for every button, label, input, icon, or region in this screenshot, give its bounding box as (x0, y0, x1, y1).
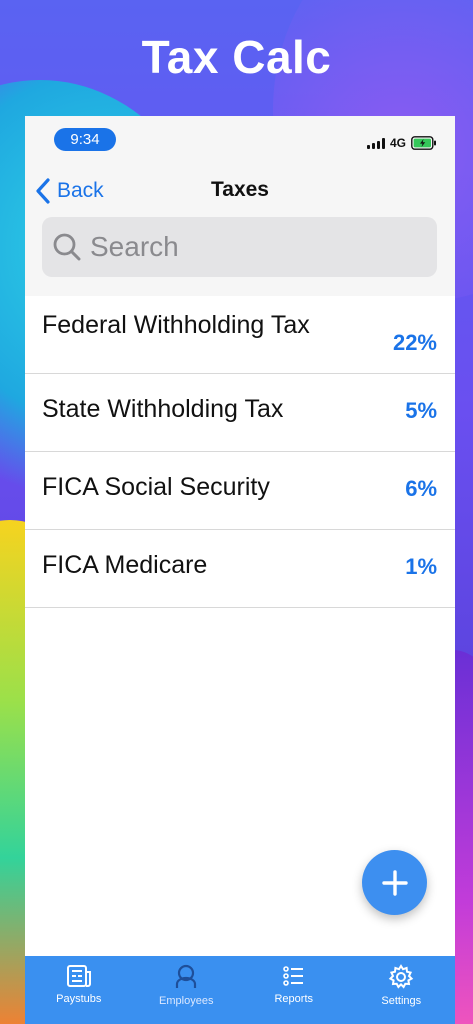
add-tax-button[interactable] (362, 850, 427, 915)
tax-name: FICA Medicare (42, 551, 208, 579)
tax-name: State Withholding Tax (42, 395, 284, 423)
search-icon (53, 233, 81, 261)
tab-label: Reports (274, 993, 314, 1005)
tax-row-federal[interactable]: Federal Withholding Tax 22% (25, 296, 455, 374)
tax-list: Federal Withholding Tax 22% State Withho… (25, 296, 455, 608)
header-area: 9:34 4G Back Taxes (25, 116, 455, 297)
tax-row-social-security[interactable]: FICA Social Security 6% (25, 452, 455, 530)
search-bar[interactable] (42, 217, 437, 277)
page-title: Taxes (211, 178, 269, 201)
tax-row-state[interactable]: State Withholding Tax 5% (25, 374, 455, 452)
person-icon (176, 964, 197, 988)
tax-rate: 5% (405, 398, 437, 423)
tab-label: Settings (381, 995, 422, 1007)
tab-employees[interactable]: Employees (133, 956, 241, 1024)
gear-icon (389, 964, 414, 989)
battery-icon (411, 136, 436, 150)
status-icons: 4G (366, 135, 437, 151)
status-time: 9:34 (54, 128, 116, 151)
tab-settings[interactable]: Settings (348, 956, 456, 1024)
network-label: 4G (389, 136, 406, 150)
tab-label: Paystubs (56, 993, 102, 1005)
tax-rate: 22% (392, 330, 437, 355)
tab-bar: Paystubs Employees Reports Settings (25, 956, 455, 1024)
app-title: Tax Calc (141, 31, 332, 83)
plus-icon (381, 869, 408, 896)
tax-rate: 6% (405, 476, 437, 501)
list-icon (282, 966, 303, 986)
paystub-icon (66, 965, 91, 987)
tax-name: Federal Withholding Tax (42, 311, 310, 339)
tax-row-medicare[interactable]: FICA Medicare 1% (25, 530, 455, 608)
tax-rate: 1% (405, 554, 437, 579)
search-input[interactable] (88, 230, 422, 264)
tab-reports[interactable]: Reports (240, 956, 348, 1024)
tax-name: FICA Social Security (42, 473, 270, 501)
signal-icon (366, 137, 385, 149)
tab-paystubs[interactable]: Paystubs (25, 956, 133, 1024)
phone-screen: 9:34 4G Back Taxes Search Federal Withho… (25, 116, 455, 1024)
tab-label: Employees (159, 995, 214, 1007)
